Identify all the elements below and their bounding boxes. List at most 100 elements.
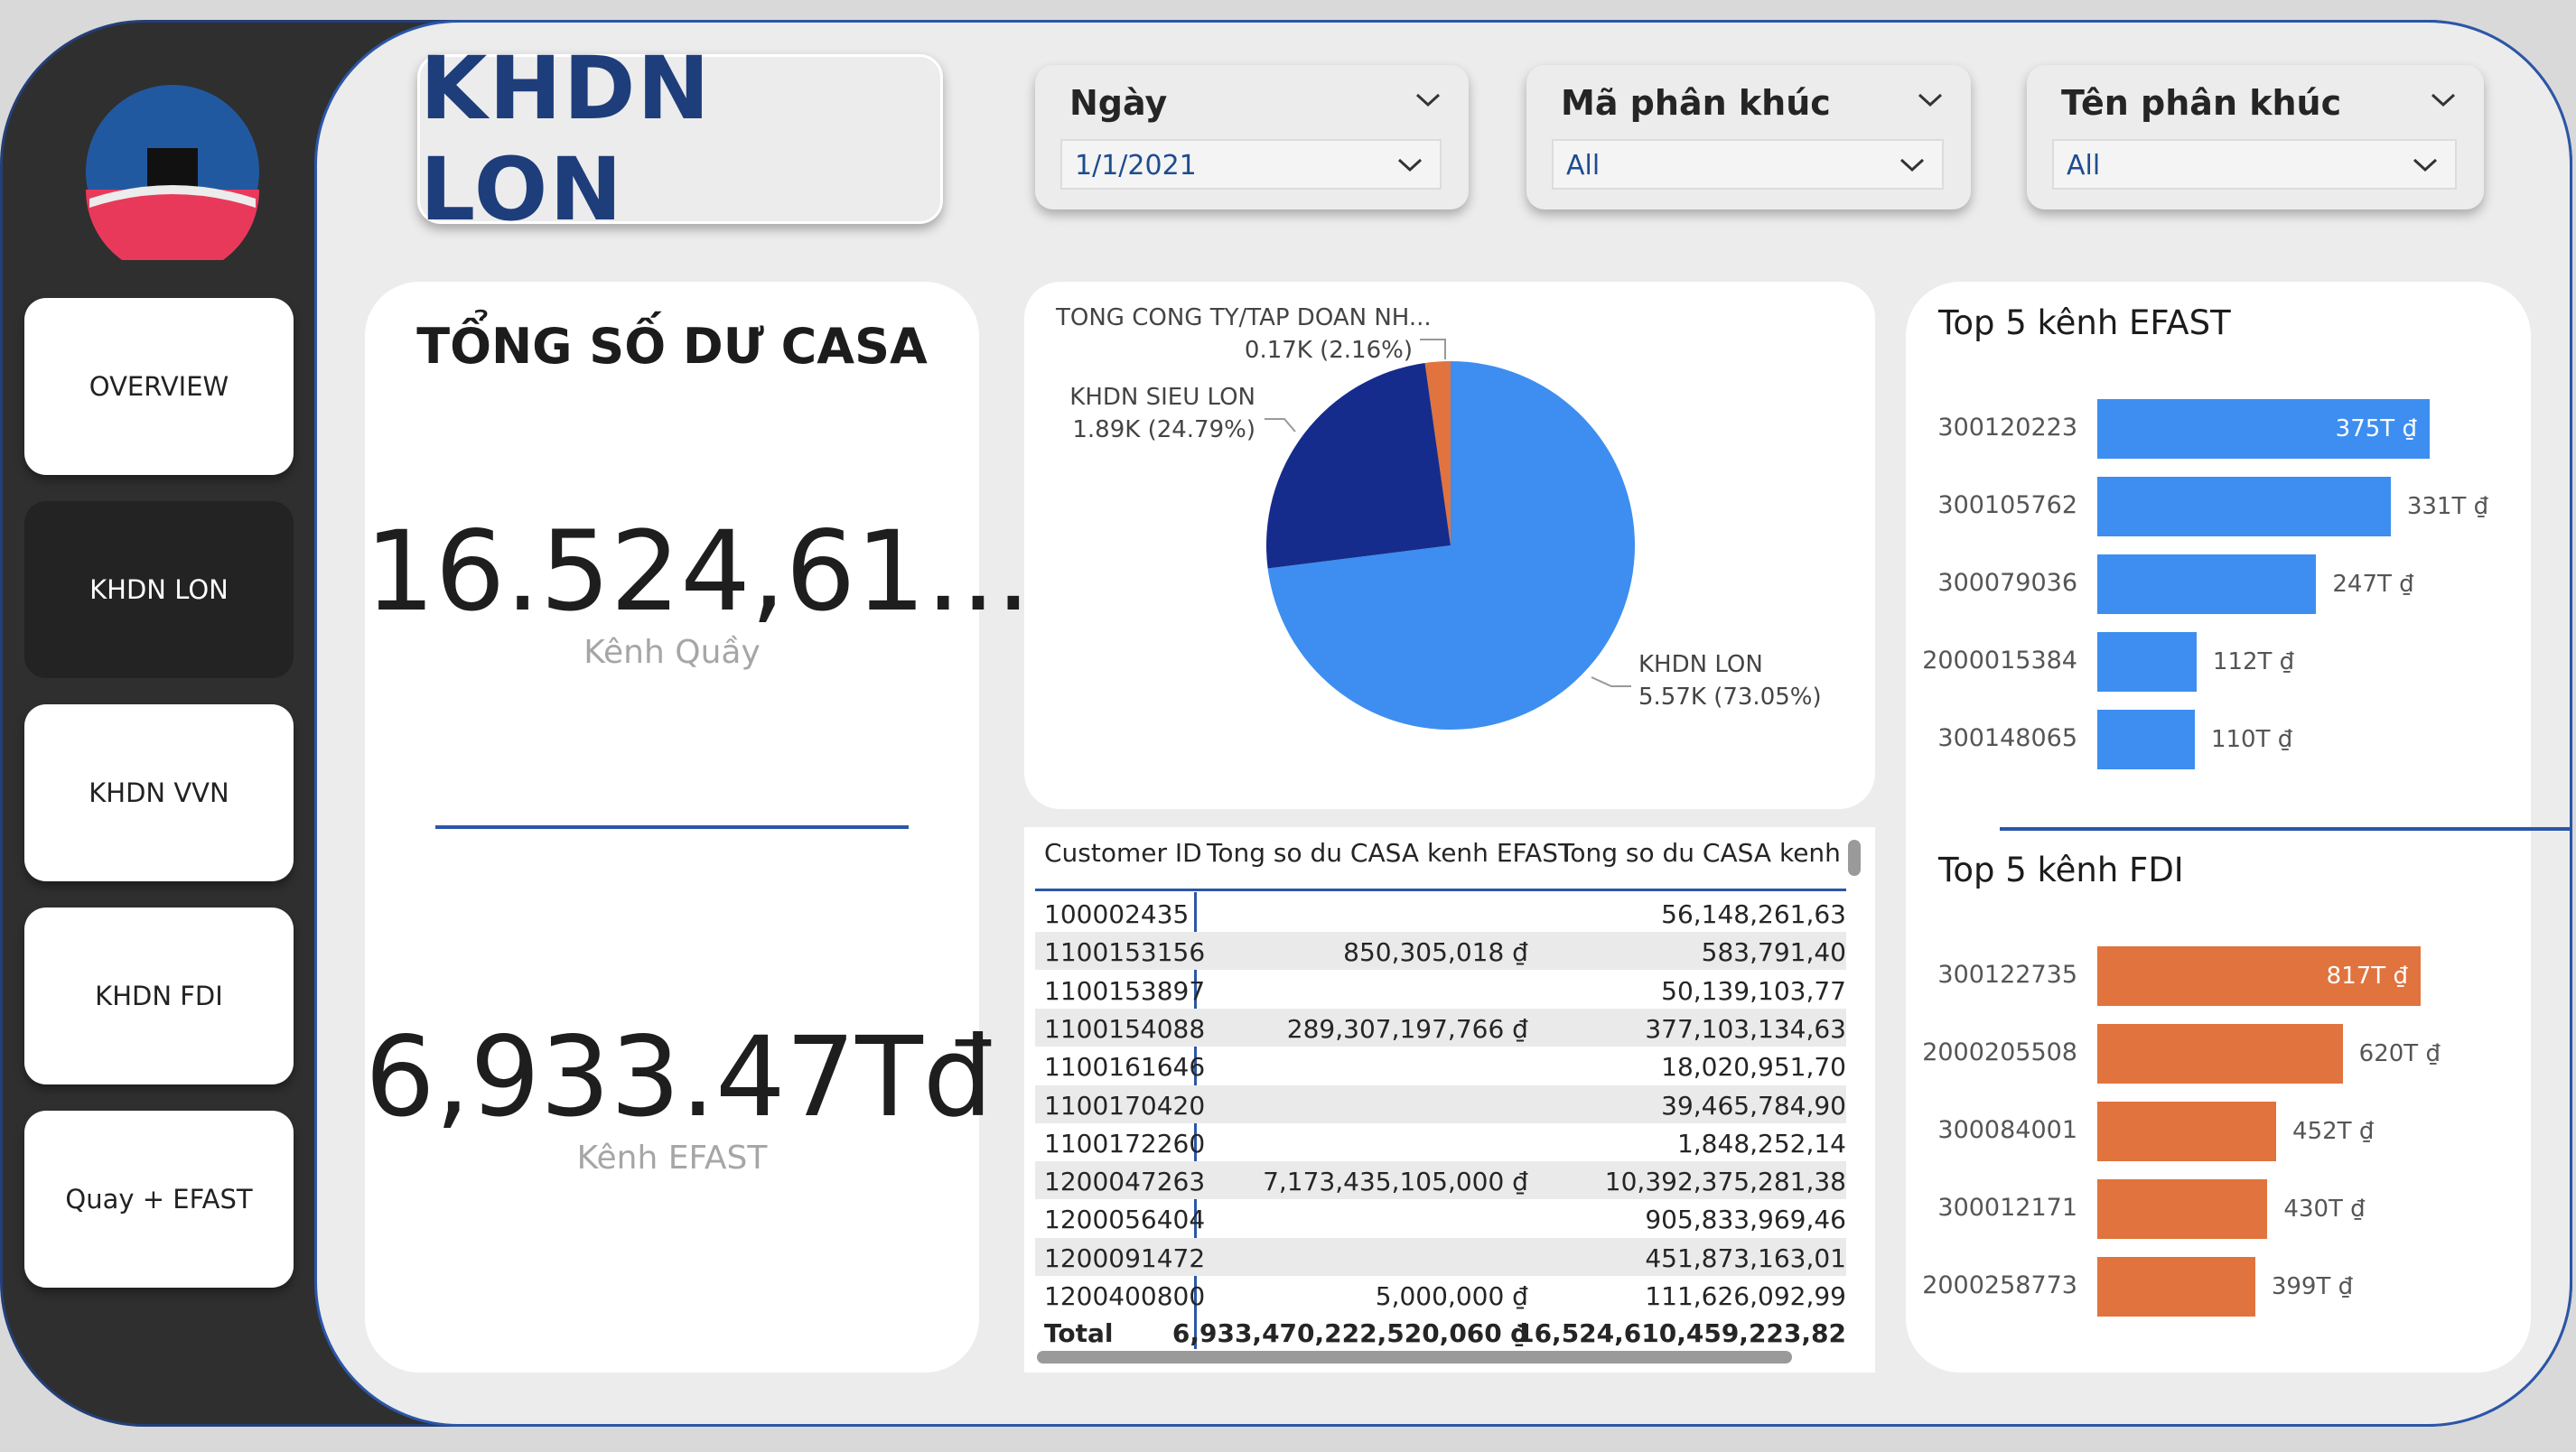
total-label: Total xyxy=(1044,1318,1114,1348)
chevron-down-icon[interactable] xyxy=(1414,90,1442,110)
table-row[interactable]: 1200056404 905,833,969,46 xyxy=(1035,1199,1846,1237)
nav-khdn-vvn[interactable]: KHDN VVN xyxy=(24,704,294,881)
efast-cell: 289,307,197,766 ₫ xyxy=(1286,1013,1528,1044)
nav-quay-efast[interactable]: Quay + EFAST xyxy=(24,1111,294,1288)
customer-id-cell: 1100172260 xyxy=(1044,1128,1206,1159)
bar-category-label: 2000205508 xyxy=(1922,1038,2077,1066)
vertical-scrollbar[interactable] xyxy=(1848,840,1861,876)
efast-chart-title: Top 5 kênh EFAST xyxy=(1938,303,2231,342)
bar-category-label: 300105762 xyxy=(1937,491,2077,519)
pie-slice[interactable] xyxy=(1266,362,1451,569)
segment-name-dropdown[interactable]: All xyxy=(2052,139,2457,190)
efast-cell: 850,305,018 ₫ xyxy=(1343,937,1528,968)
quay-cell: 111,626,092,99 xyxy=(1645,1281,1846,1311)
segment-code-dropdown[interactable]: All xyxy=(1552,139,1944,190)
customer-id-cell: 1100154088 xyxy=(1044,1013,1206,1044)
bar-value-label: 430T ₫ xyxy=(2283,1196,2366,1223)
table-row[interactable]: 1100153156 850,305,018 ₫ 583,791,40 xyxy=(1035,932,1846,971)
customer-id-cell: 100002435 xyxy=(1044,899,1190,929)
nav-khdn-fdi[interactable]: KHDN FDI xyxy=(24,908,294,1084)
chevron-down-icon[interactable] xyxy=(1396,155,1423,175)
casa-title: TỔNG SỐ DƯ CASA xyxy=(416,318,928,375)
header-divider xyxy=(1035,889,1846,891)
customer-id-cell: 1200091472 xyxy=(1044,1243,1206,1273)
bar[interactable] xyxy=(2097,632,2197,692)
customer-id-cell: 1100153156 xyxy=(1044,937,1206,968)
efast-kpi-label: Kênh EFAST xyxy=(576,1140,768,1177)
bank-logo xyxy=(86,85,259,260)
bar-value-label: 620T ₫ xyxy=(2358,1040,2441,1067)
nav-overview[interactable]: OVERVIEW xyxy=(24,298,294,475)
bar-category-label: 300079036 xyxy=(1937,569,2077,597)
quay-kpi-value: 16.524,61... xyxy=(365,507,1031,636)
chevron-down-icon[interactable] xyxy=(1899,155,1926,175)
bar[interactable] xyxy=(2097,1257,2255,1317)
table-row[interactable]: 1100170420 39,465,784,90 xyxy=(1035,1084,1846,1123)
total-efast: 6,933,470,222,520,060 ₫ xyxy=(1171,1318,1528,1348)
table-row[interactable]: 1100161646 18,020,951,70 xyxy=(1035,1047,1846,1084)
segment-name-slicer[interactable]: Tên phân khúc All xyxy=(2027,65,2484,209)
segment-code-label: Mã phân khúc xyxy=(1561,83,1831,123)
quay-cell: 451,873,163,01 xyxy=(1645,1243,1846,1273)
efast-cell: 5,000,000 ₫ xyxy=(1375,1281,1528,1311)
bar-category-label: 300012171 xyxy=(1937,1194,2077,1222)
segment-name-label: Tên phân khúc xyxy=(2061,83,2342,123)
bar[interactable] xyxy=(2097,554,2317,614)
bar-category-label: 300122735 xyxy=(1937,961,2077,989)
table-row[interactable]: 1100153897 50,139,103,77 xyxy=(1035,971,1846,1009)
bar-category-label: 2000015384 xyxy=(1922,647,2077,675)
customer-id-cell: 1100170420 xyxy=(1044,1090,1206,1121)
date-dropdown[interactable]: 1/1/2021 xyxy=(1060,139,1442,190)
table-row[interactable]: 1100154088 289,307,197,766 ₫ 377,103,134,6… xyxy=(1035,1008,1846,1047)
segment-code-value: All xyxy=(1566,150,1601,182)
bar[interactable] xyxy=(2097,710,2195,769)
bar-value-label: 375T ₫ xyxy=(2335,415,2417,442)
fdi-chart-title: Top 5 kênh FDI xyxy=(1938,851,2184,889)
bar-value-label: 110T ₫ xyxy=(2210,726,2293,753)
bar-value-label: 817T ₫ xyxy=(2326,963,2408,990)
quay-cell: 39,465,784,90 xyxy=(1661,1090,1846,1121)
bar-category-label: 300084001 xyxy=(1937,1116,2077,1144)
customer-id-cell: 1200047263 xyxy=(1044,1167,1206,1197)
col-header-customer-id[interactable]: Customer ID xyxy=(1044,838,1202,868)
bar[interactable] xyxy=(2097,477,2391,536)
customer-id-cell: 1200056404 xyxy=(1044,1205,1206,1235)
segment-code-slicer[interactable]: Mã phân khúc All xyxy=(1526,65,1971,209)
table-row[interactable]: 1200400800 5,000,000 ₫ 111,626,092,99 xyxy=(1035,1276,1846,1314)
chevron-down-icon[interactable] xyxy=(2430,90,2457,110)
table-row[interactable]: 1200091472 451,873,163,01 xyxy=(1035,1237,1846,1276)
quay-cell: 18,020,951,70 xyxy=(1661,1052,1846,1083)
pie-label-name: KHDN SIEU LON xyxy=(1069,384,1255,411)
bar-value-label: 399T ₫ xyxy=(2271,1273,2354,1300)
table-row[interactable]: 1200047263 7,173,435,105,000 ₫ 10,392,375,… xyxy=(1035,1161,1846,1200)
chevron-down-icon[interactable] xyxy=(2412,155,2439,175)
nav-khdn-lon[interactable]: KHDN LON xyxy=(24,501,294,678)
customer-id-cell: 1100153897 xyxy=(1044,975,1206,1006)
pie-label-name: TONG CONG TY/TAP DOAN NH... xyxy=(1055,304,1432,331)
customer-id-cell: 1200400800 xyxy=(1044,1281,1206,1311)
bar-category-label: 2000258773 xyxy=(1922,1271,2077,1299)
quay-cell: 10,392,375,281,38 xyxy=(1604,1167,1846,1197)
segment-name-value: All xyxy=(2067,150,2101,182)
efast-cell: 7,173,435,105,000 ₫ xyxy=(1263,1167,1528,1197)
quay-cell: 905,833,969,46 xyxy=(1645,1205,1846,1235)
chevron-down-icon[interactable] xyxy=(1917,90,1944,110)
date-slicer-label: Ngày xyxy=(1069,83,1168,123)
bar[interactable] xyxy=(2097,1102,2277,1161)
quay-cell: 583,791,40 xyxy=(1701,937,1846,968)
total-quay: 16,524,610,459,223,82 xyxy=(1517,1318,1846,1348)
bar[interactable] xyxy=(2097,1024,2343,1084)
quay-cell: 56,148,261,63 xyxy=(1661,899,1846,929)
horizontal-scrollbar[interactable] xyxy=(1037,1351,1792,1364)
col-header-efast[interactable]: Tong so du CASA kenh EFAST xyxy=(1207,838,1573,868)
bar[interactable] xyxy=(2097,1179,2268,1239)
efast-kpi-value: 6,933.47Tđ xyxy=(365,1013,994,1141)
pie-label-value: 5.57K (73.05%) xyxy=(1638,684,1822,711)
quay-kpi-label: Kênh Quầy xyxy=(583,634,761,671)
col-header-quay[interactable]: Tong so du CASA kenh Qu xyxy=(1559,838,1846,868)
table-row[interactable]: 100002435 56,148,261,63 xyxy=(1035,894,1846,932)
bar-value-label: 112T ₫ xyxy=(2212,648,2295,675)
date-slicer[interactable]: Ngày 1/1/2021 xyxy=(1035,65,1469,209)
table-row[interactable]: 1100172260 1,848,252,14 xyxy=(1035,1123,1846,1161)
date-value: 1/1/2021 xyxy=(1075,150,1197,182)
